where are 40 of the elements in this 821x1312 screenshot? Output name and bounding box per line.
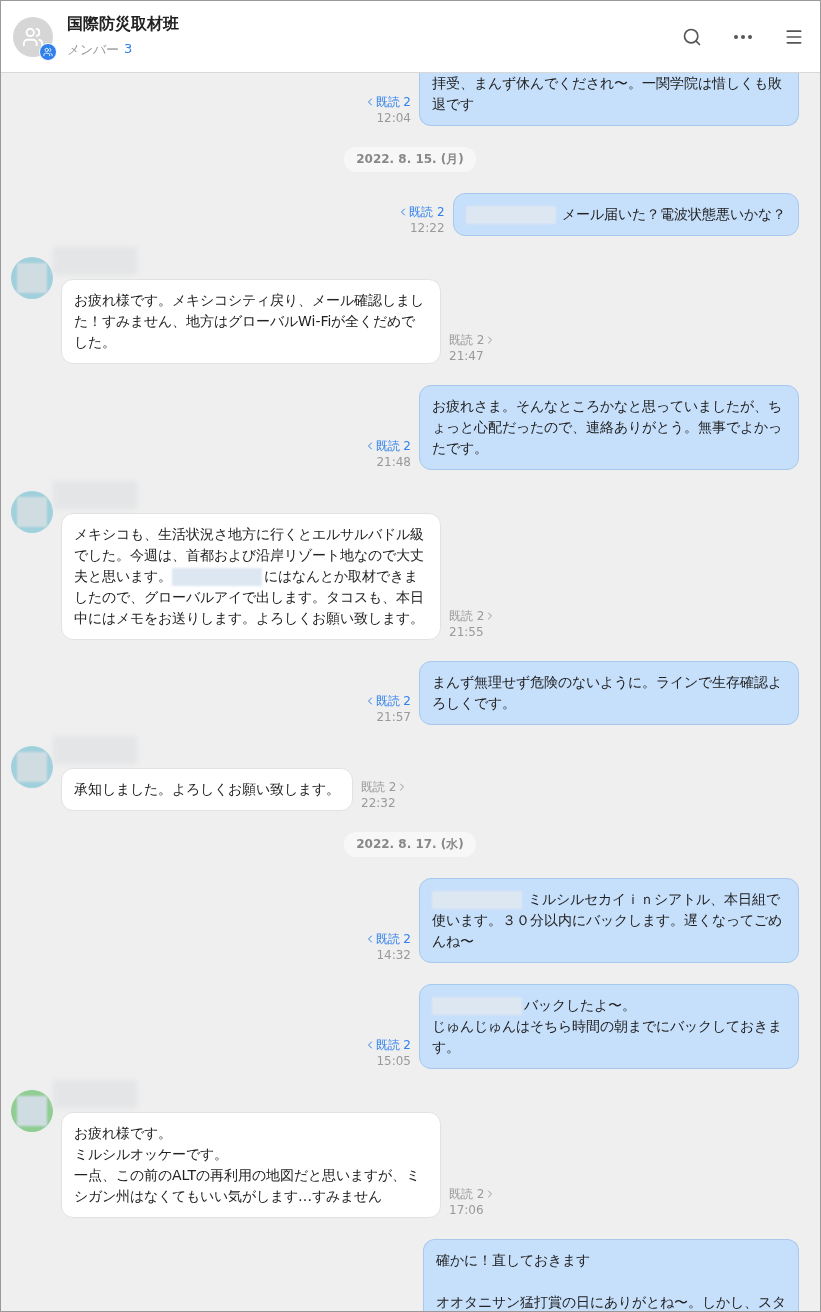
date-separator: 2022. 8. 17. (水): [344, 832, 476, 857]
message-time: 15:05: [376, 1053, 411, 1069]
message-bubble: まんず無理せず危険のないように。ラインで生存確認よろしくです。: [419, 661, 799, 725]
message-bubble: 確かに！直しておきます オオタニサン猛打賞の日にありがとね〜。しかし、スタ: [423, 1239, 799, 1311]
read-receipt[interactable]: 既読 2: [363, 693, 411, 709]
message-time: 21:48: [376, 454, 411, 470]
read-receipt[interactable]: 既読 2: [363, 438, 411, 454]
message-time: 21:47: [449, 348, 484, 364]
message-bubble: バックしたよ〜。 じゅんじゅんはそちら時間の朝までにバックしておきます。: [419, 984, 799, 1069]
message-bubble: お疲れ様です。 ミルシルオッケーです。 一点、この前のALTの再利用の地図だと思いますが、ミシガン州はなくてもいい気がします…すみません: [61, 1112, 441, 1218]
message-time: 17:06: [449, 1202, 484, 1218]
read-receipt[interactable]: 既読 2: [363, 94, 411, 110]
message-bubble: メール届いた？電波状態悪いかな？: [452, 193, 799, 236]
message-bubble: お疲れ様です。メキシコシティ戻り、メール確認しました！すみません、地方はグローバルWi-Fiが全くだめでした。: [61, 279, 441, 364]
message-time: 21:55: [449, 624, 484, 640]
message-bubble: 拝受、まんず休んでくだされ〜。一関学院は惜しくも敗退です: [419, 73, 799, 126]
members-label: メンバー: [67, 41, 119, 59]
message-time: 14:32: [376, 947, 411, 963]
message-time: 21:57: [376, 709, 411, 725]
people-icon: [22, 25, 44, 48]
message-bubble: 承知しました。よろしくお願い致します。: [61, 768, 353, 811]
date-separator: 2022. 8. 15. (月): [344, 147, 476, 172]
dots-icon: [734, 34, 752, 39]
search-icon: [682, 26, 702, 47]
read-receipt[interactable]: 既読 2: [363, 1037, 411, 1053]
message-time: 12:04: [376, 110, 411, 126]
message-time: 12:22: [409, 220, 445, 236]
read-receipt[interactable]: 既読 2: [449, 332, 497, 348]
read-receipt[interactable]: 既読 2: [449, 608, 497, 624]
message-time: 22:32: [361, 795, 396, 811]
members-count[interactable]: 3: [124, 41, 133, 59]
read-receipt[interactable]: 既読 2: [449, 1186, 497, 1202]
read-receipt[interactable]: 既読 2: [361, 779, 409, 795]
read-receipt[interactable]: 既読 2: [397, 204, 445, 220]
message-bubble: ミルシルセカイｉｎシアトル、本日組で使います。３０分以内にバックします。遅くなってごめんね〜: [419, 878, 799, 963]
message-bubble: お疲れさま。そんなところかなと思っていましたが、ちょっと心配だったので、連絡ありがとう。無事でよかったです。: [419, 385, 799, 470]
message-bubble: メキシコも、生活状況さ地方に行くとエルサルバドル級でした。今週は、首都および沿岸リゾート地なので大丈夫と思います。 にはなんとか取材できましたので、グローバルアイで出します。タコスも、本日中にはメモをお送りします。よろしくお願い致します。: [61, 513, 441, 640]
group-badge-icon: [39, 42, 57, 61]
chat-title: 国際防災取材班: [67, 14, 180, 35]
read-receipt[interactable]: 既読 2: [363, 931, 411, 947]
